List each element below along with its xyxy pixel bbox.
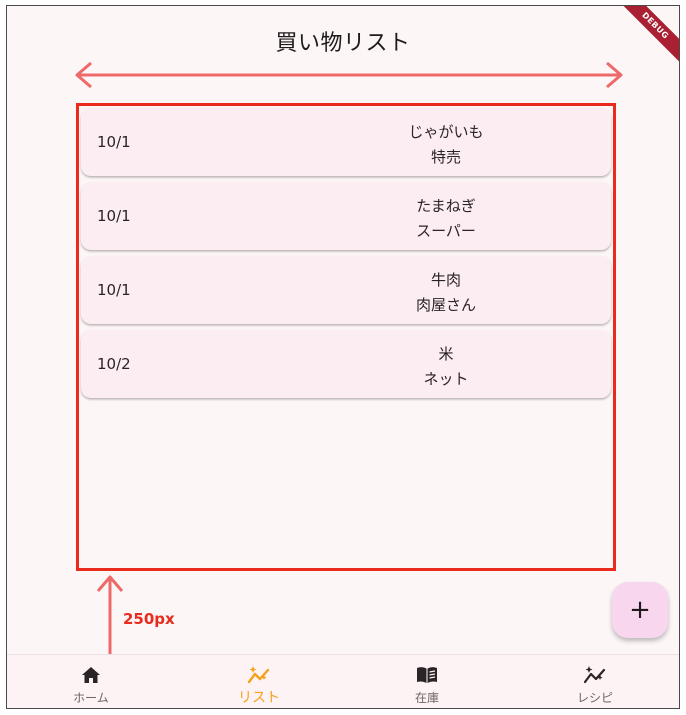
- shopping-list: 10/1 じゃがいも 特売 10/1 たまねぎ スーパー 10/1 牛肉 肉屋さ…: [76, 103, 616, 571]
- book-icon: [416, 664, 438, 686]
- nav-item-recipe[interactable]: レシピ: [511, 655, 679, 708]
- item-store: 肉屋さん: [415, 296, 476, 314]
- plus-icon: +: [629, 595, 651, 625]
- height-annotation-arrow: [96, 575, 124, 655]
- sparkle-chart-icon: [247, 664, 271, 686]
- list-item[interactable]: 10/1 じゃがいも 特売: [81, 108, 611, 176]
- nav-item-inventory[interactable]: 在庫: [343, 655, 511, 708]
- nav-item-list[interactable]: リスト: [175, 655, 343, 708]
- item-store: ネット: [423, 370, 469, 388]
- list-item[interactable]: 10/1 牛肉 肉屋さん: [81, 256, 611, 324]
- list-item[interactable]: 10/2 米 ネット: [81, 330, 611, 398]
- item-name: じゃがいも: [408, 123, 484, 141]
- nav-label-list: リスト: [238, 690, 280, 706]
- item-name: たまねぎ: [416, 197, 476, 215]
- nav-label-recipe: レシピ: [576, 691, 613, 705]
- width-annotation-arrow: [75, 61, 623, 89]
- list-item[interactable]: 10/1 たまねぎ スーパー: [81, 182, 611, 250]
- bottom-navigation: ホーム リスト 在庫 レシピ: [7, 654, 679, 708]
- app-window: 買い物リスト DEBUG 10/1 じゃがいも 特売 10/1 たまねぎ スーパ…: [6, 5, 680, 709]
- nav-label-inventory: 在庫: [414, 691, 439, 705]
- item-name: 米: [438, 345, 454, 363]
- item-date: 10/1: [97, 207, 131, 225]
- item-date: 10/1: [97, 133, 131, 151]
- add-item-button[interactable]: +: [612, 582, 668, 638]
- item-name: 牛肉: [430, 271, 461, 289]
- nav-item-home[interactable]: ホーム: [7, 655, 175, 708]
- item-date: 10/2: [97, 355, 131, 373]
- home-icon: [81, 664, 101, 686]
- item-store: スーパー: [416, 222, 476, 240]
- nav-label-home: ホーム: [73, 691, 109, 705]
- item-store: 特売: [430, 148, 461, 166]
- item-date: 10/1: [97, 281, 131, 299]
- sparkle-chart-icon: [583, 664, 607, 686]
- height-annotation-label: 250px: [123, 610, 175, 628]
- page-title: 買い物リスト: [275, 31, 411, 56]
